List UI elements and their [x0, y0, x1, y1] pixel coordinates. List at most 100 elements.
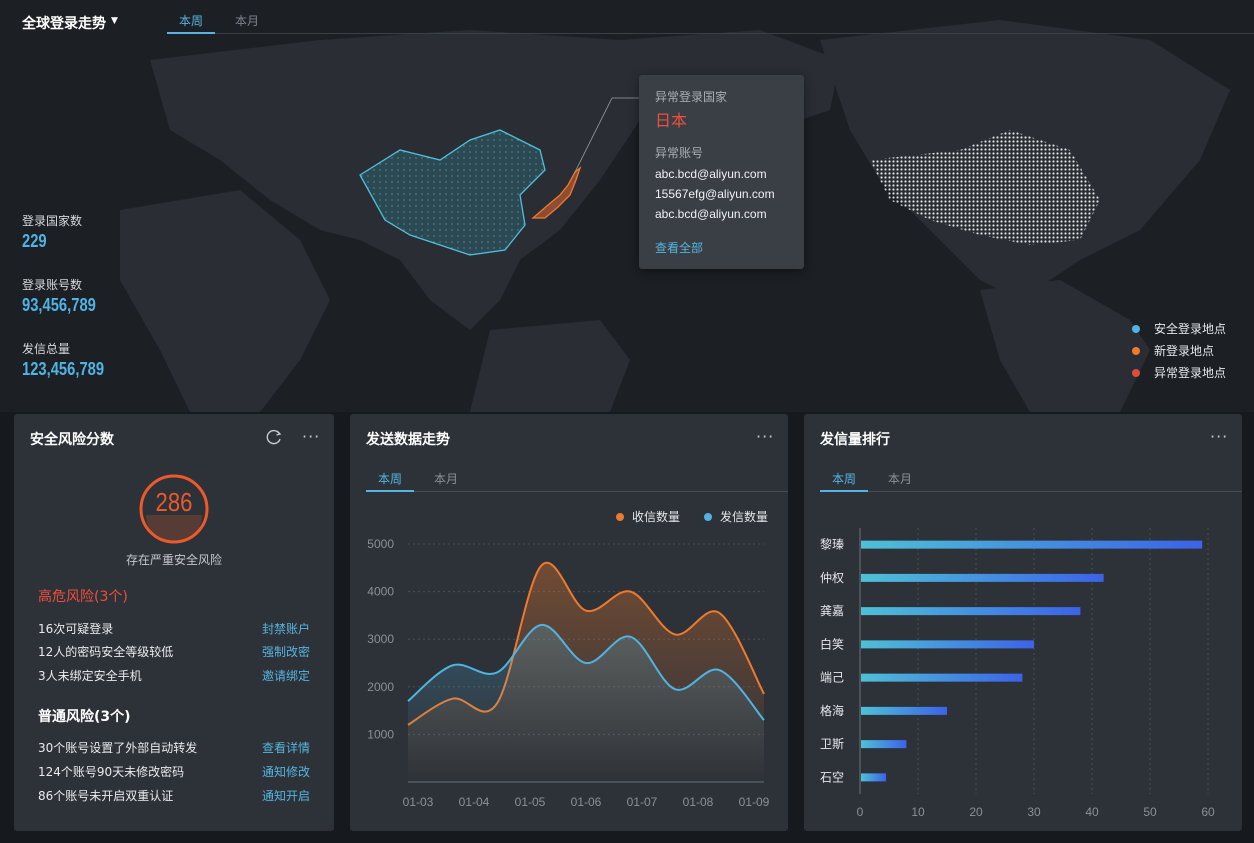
tooltip-country-label: 异常登录国家 [655, 90, 728, 104]
legend-dot [616, 513, 624, 521]
tab-week[interactable]: 本周 [832, 470, 856, 487]
notify-change-link[interactable]: 通知修改 [262, 763, 310, 780]
x-tick-label: 01-04 [459, 795, 490, 809]
y-tick-label: 5000 [367, 537, 394, 551]
tab-week[interactable]: 本周 [378, 470, 402, 487]
tab-divider [366, 491, 788, 492]
x-tick-label: 01-07 [627, 795, 658, 809]
refresh-icon[interactable] [265, 428, 283, 446]
stat-value-accounts: 93,456,789 [22, 295, 96, 315]
trend-chart: 1000 2000 3000 4000 5000 01-03 01-04 01-05 01-06… [367, 509, 770, 809]
stat-value-sent: 123,456,789 [22, 359, 105, 379]
legend-label-abnormal: 异常登录地点 [1154, 366, 1227, 380]
legend-label: 发信数量 [720, 509, 768, 524]
normal-risk-title: 普通风险(3个) [38, 709, 131, 725]
tab-active-indicator [167, 32, 215, 34]
risk-item: 30个账号设置了外部自动转发 [38, 741, 198, 755]
legend-dot-new [1132, 346, 1140, 355]
x-tick-label: 20 [969, 805, 983, 819]
bar [861, 573, 1104, 582]
risk-item: 86个账号未开启双重认证 [38, 789, 174, 803]
more-icon[interactable]: ··· [1210, 427, 1228, 446]
y-tick-label: 3000 [367, 632, 394, 646]
more-icon[interactable]: ··· [302, 427, 320, 446]
bar [861, 740, 907, 749]
world-map-canvas [120, 20, 1230, 412]
map-tooltip: 异常登录国家 日本 异常账号 abc.bcd@aliyun.com 15567e… [639, 75, 804, 269]
category-label: 仲权 [820, 571, 844, 585]
bar [861, 607, 1081, 616]
tooltip-account: 15567efg@aliyun.com [655, 187, 775, 201]
x-tick-label: 50 [1143, 805, 1157, 819]
stat-value-countries: 229 [22, 231, 47, 251]
risk-caption: 存在严重安全风险 [125, 553, 222, 567]
legend-abnormal: 异常登录地点 [1132, 364, 1226, 381]
panel-title: 安全风险分数 [30, 432, 114, 448]
category-label: 白笑 [820, 636, 844, 651]
high-risk-title: 高危风险(3个) [38, 589, 128, 605]
bar [861, 540, 1203, 549]
chevron-down-icon[interactable]: ▼ [111, 16, 118, 26]
tab-month[interactable]: 本月 [888, 470, 912, 487]
world-map[interactable]: 全球登录走势 ▼ 本周 本月 登录国家数 229 登录账号数 93,456,78… [0, 0, 1254, 412]
risk-score-value: 286 [155, 487, 193, 517]
more-icon[interactable]: ··· [756, 427, 774, 446]
map-title[interactable]: 全球登录走势 [22, 13, 106, 33]
legend-label: 收信数量 [632, 509, 680, 524]
legend-new: 新登录地点 [1132, 342, 1214, 359]
x-tick-label: 0 [857, 805, 864, 819]
category-label: 石空 [820, 770, 844, 784]
stat-label-countries: 登录国家数 [22, 214, 83, 228]
risk-item: 3人未绑定安全手机 [38, 669, 142, 683]
tab-active-indicator [820, 490, 868, 492]
risk-item: 124个账号90天未修改密码 [38, 765, 185, 779]
tab-divider [820, 491, 1242, 492]
x-tick-label: 10 [911, 805, 925, 819]
sending-rank-panel: 发信量排行 ··· 本周 本月 0 10 20 30 40 50 60 黎瑧仲权龚嘉白笑端己格… [804, 414, 1242, 831]
stat-label-sent: 发信总量 [22, 342, 71, 356]
category-label: 黎瑧 [820, 538, 844, 552]
bar [861, 706, 947, 715]
force-reset-link[interactable]: 强制改密 [262, 643, 310, 660]
tooltip-country: 日本 [655, 111, 688, 130]
tab-divider [167, 33, 1254, 34]
category-label: 格海 [820, 703, 844, 718]
tooltip-accounts-label: 异常账号 [655, 146, 704, 160]
category-label: 龚嘉 [820, 603, 844, 618]
view-details-link[interactable]: 查看详情 [262, 739, 310, 756]
x-tick-label: 40 [1085, 805, 1099, 819]
landmass-africa [120, 190, 330, 412]
ban-account-link[interactable]: 封禁账户 [262, 620, 310, 637]
bar [861, 773, 887, 782]
tab-month[interactable]: 本月 [235, 12, 259, 29]
x-tick-label: 01-05 [515, 795, 546, 809]
panel-title: 发送数据走势 [366, 432, 450, 448]
view-all-link[interactable]: 查看全部 [655, 239, 703, 256]
legend-label-new: 新登录地点 [1154, 344, 1215, 358]
x-tick-label: 60 [1201, 805, 1215, 819]
notify-enable-link[interactable]: 通知开启 [262, 787, 310, 804]
tooltip-account: abc.bcd@aliyun.com [655, 207, 767, 221]
landmass-south-america [980, 280, 1150, 412]
tab-week[interactable]: 本周 [179, 12, 203, 29]
risk-item: 16次可疑登录 [38, 622, 114, 636]
category-label: 卫斯 [820, 737, 844, 751]
y-tick-label: 4000 [367, 585, 394, 599]
y-tick-label: 1000 [367, 727, 394, 741]
stat-label-accounts: 登录账号数 [22, 278, 83, 292]
x-tick-label: 01-06 [571, 795, 602, 809]
x-tick-label: 01-09 [739, 795, 770, 809]
landmass-oceania [470, 320, 630, 412]
tab-month[interactable]: 本月 [434, 470, 458, 487]
invite-bind-link[interactable]: 邀请绑定 [262, 667, 310, 684]
x-tick-label: 30 [1027, 805, 1041, 819]
rank-chart: 0 10 20 30 40 50 60 黎瑧仲权龚嘉白笑端己格海卫斯石空 [820, 528, 1215, 819]
bar [861, 640, 1034, 649]
legend-safe: 安全登录地点 [1132, 320, 1226, 337]
tab-active-indicator [366, 490, 414, 492]
risk-score-panel: 安全风险分数 ··· 286 存在严重安全风险 高危风险(3个) 16次可疑登录… [14, 414, 334, 831]
legend-label-safe: 安全登录地点 [1154, 322, 1227, 336]
legend-dot [704, 513, 712, 521]
category-label: 端己 [820, 671, 844, 685]
panel-title: 发信量排行 [820, 432, 890, 448]
